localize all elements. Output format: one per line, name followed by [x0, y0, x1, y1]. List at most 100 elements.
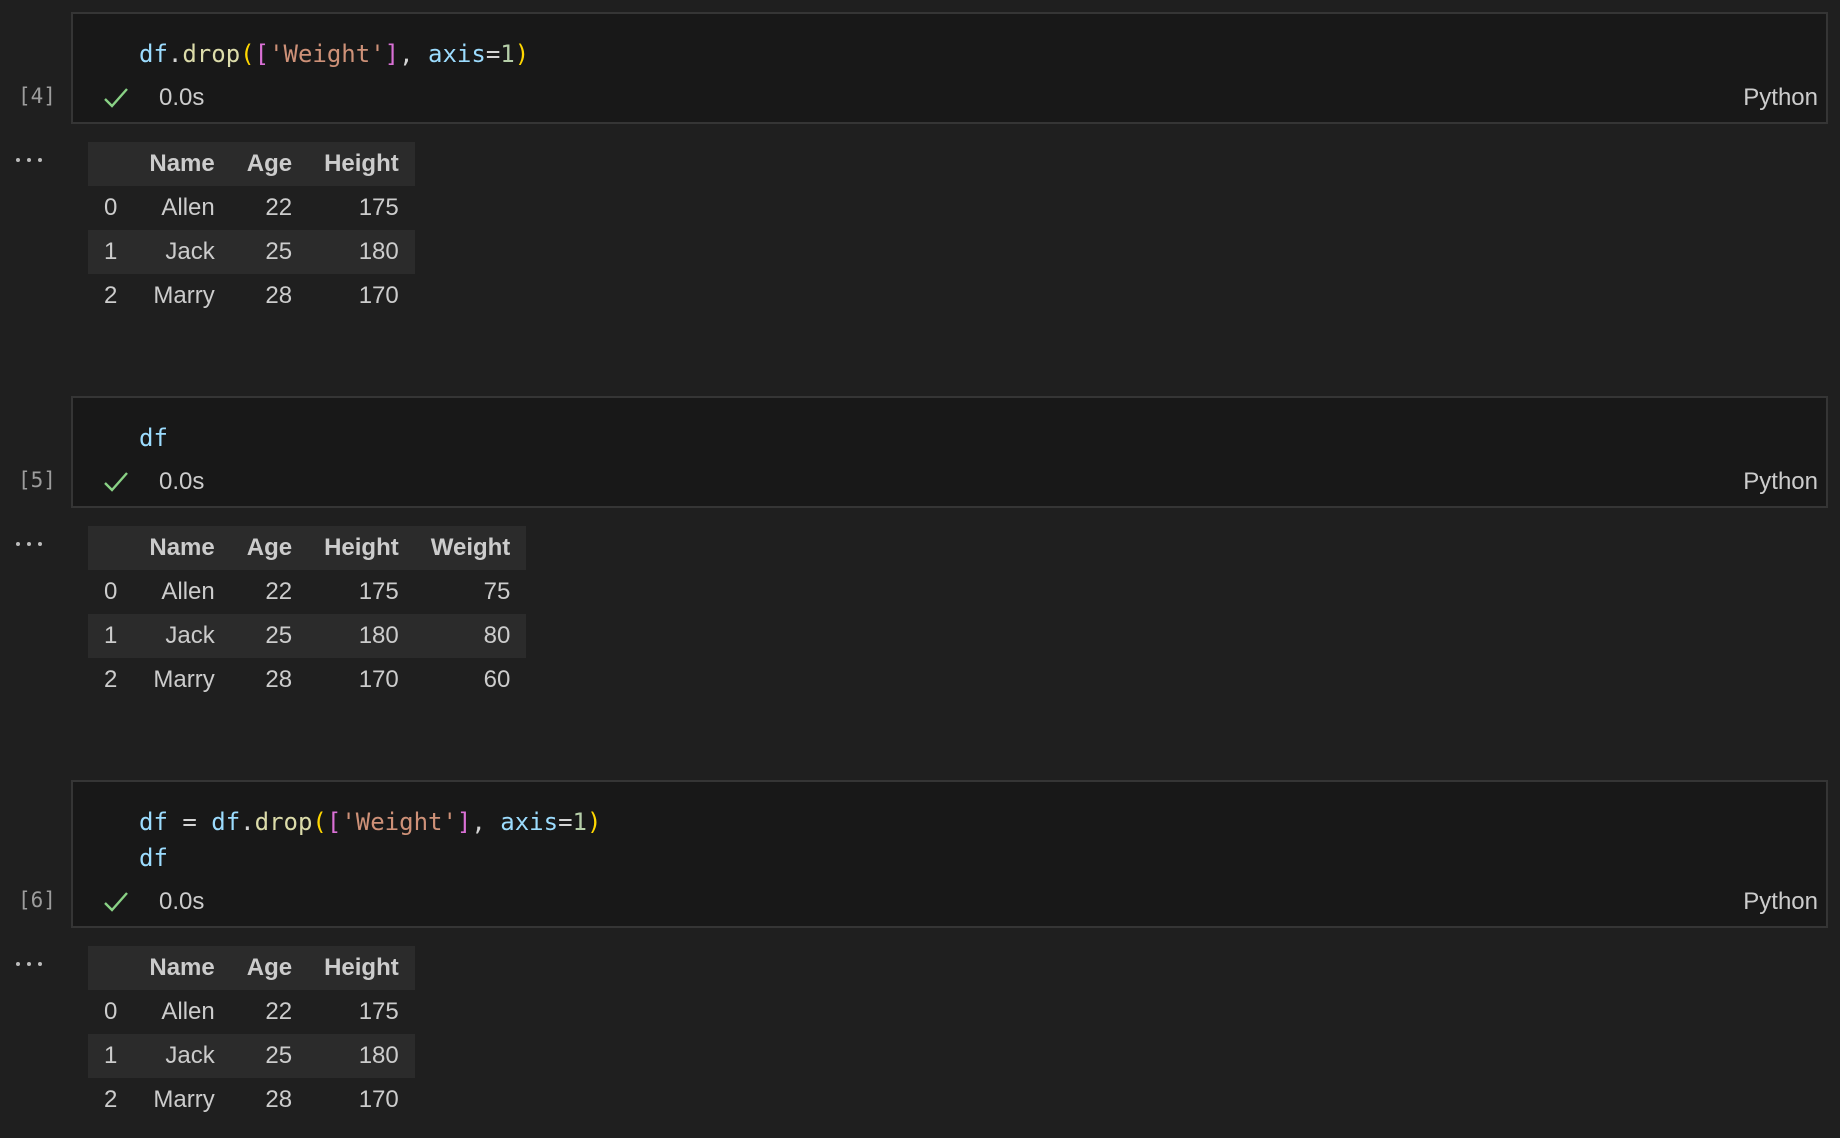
output-more-icon[interactable] — [14, 960, 44, 968]
column-header: Name — [149, 534, 215, 561]
table-cell: 22 — [265, 998, 293, 1025]
code-token: , — [471, 808, 501, 836]
table-cell: 22 — [265, 578, 293, 605]
code-token: [ — [254, 40, 270, 68]
table-row: 1 Jack 25 180 — [88, 230, 415, 274]
table-row: 1 Jack 25 180 — [88, 1034, 415, 1078]
column-header: Height — [324, 954, 399, 981]
table-header: Name Age Height Weight — [88, 526, 527, 570]
code-token: = — [558, 808, 573, 836]
table-cell: Marry — [153, 666, 215, 693]
code-content[interactable]: df.drop(['Weight'], axis=1) — [139, 36, 529, 72]
notebook-cell[interactable]: df.drop(['Weight'], axis=1) 0.0s Python [4]… — [0, 12, 1840, 332]
success-check-icon — [104, 892, 128, 912]
column-header: Height — [324, 534, 399, 561]
table-row: 1 Jack 25 180 80 — [88, 614, 527, 658]
notebook-cell[interactable]: df 0.0s Python [5] Name Age Height Weight 0 Allen… — [0, 396, 1840, 716]
code-token: . — [167, 40, 183, 68]
code-token: 'Weight' — [341, 808, 457, 836]
code-token: axis — [500, 808, 559, 836]
table-cell: Allen — [161, 578, 215, 605]
table-cell: 28 — [265, 1086, 293, 1113]
table-row: 0 Allen 22 175 — [88, 990, 415, 1034]
table-cell: Marry — [153, 1086, 215, 1113]
row-index: 2 — [104, 666, 118, 693]
column-header: Name — [149, 150, 215, 177]
column-header: Age — [246, 534, 293, 561]
code-editor[interactable]: df 0.0s Python — [71, 396, 1828, 508]
row-index: 1 — [104, 622, 118, 649]
notebook-cell[interactable]: df = df.drop(['Weight'], axis=1) df 0.0s Py… — [0, 780, 1840, 1136]
table-cell: Jack — [165, 1042, 215, 1069]
table-row: 2 Marry 28 170 — [88, 274, 415, 318]
row-index: 1 — [104, 1042, 118, 1069]
row-index: 0 — [104, 578, 118, 605]
table-cell: 175 — [358, 578, 399, 605]
header-row: Name Age Height Weight — [88, 526, 527, 570]
code-token: axis — [428, 40, 486, 68]
column-header — [88, 142, 133, 186]
table-row: 0 Allen 22 175 — [88, 186, 415, 230]
dataframe-output: Name Age Height 0 Allen 22 175 1 Jack 25 180 2 Marry… — [88, 142, 415, 318]
table-cell: 175 — [358, 194, 399, 221]
code-token: 1 — [572, 808, 587, 836]
output-more-icon[interactable] — [14, 540, 44, 548]
row-index: 2 — [104, 1086, 118, 1113]
column-header: Age — [246, 954, 293, 981]
code-token: ] — [456, 808, 472, 836]
code-token: df — [139, 40, 168, 68]
code-token: [ — [326, 808, 342, 836]
table-cell: 175 — [358, 998, 399, 1025]
output-more-icon[interactable] — [14, 156, 44, 164]
execution-time: 0.0s — [159, 888, 205, 915]
code-token: 'Weight' — [269, 40, 385, 68]
language-picker[interactable]: Python — [1743, 888, 1818, 916]
code-token: df — [139, 844, 168, 872]
table-cell: 180 — [358, 238, 399, 265]
table-cell: 25 — [265, 1042, 293, 1069]
code-line: df = df.drop(['Weight'], axis=1) — [139, 804, 601, 840]
column-header: Height — [324, 150, 399, 177]
execution-count: [6] — [18, 888, 56, 912]
code-token: drop — [182, 40, 241, 68]
code-editor[interactable]: df.drop(['Weight'], axis=1) 0.0s Python — [71, 12, 1828, 124]
code-token: df — [211, 808, 241, 836]
language-picker[interactable]: Python — [1743, 468, 1818, 496]
success-check-icon — [104, 472, 128, 492]
table-cell: 28 — [265, 282, 293, 309]
table-cell: 170 — [358, 282, 399, 309]
table-cell: 25 — [265, 238, 293, 265]
code-token: drop — [254, 808, 313, 836]
column-header: Name — [149, 954, 215, 981]
code-token: = — [167, 808, 212, 836]
table-cell: 170 — [358, 666, 399, 693]
code-content[interactable]: df — [139, 420, 168, 456]
code-editor[interactable]: df = df.drop(['Weight'], axis=1) df 0.0s Py… — [71, 780, 1828, 928]
header-row: Name Age Height — [88, 946, 415, 990]
code-content[interactable]: df = df.drop(['Weight'], axis=1) df — [139, 804, 601, 876]
row-index: 0 — [104, 998, 118, 1025]
code-token: ( — [240, 40, 255, 68]
code-line: df — [139, 420, 168, 456]
header-row: Name Age Height — [88, 142, 415, 186]
dataframe-output: Name Age Height 0 Allen 22 175 1 Jack 25 180 2 Marry… — [88, 946, 415, 1122]
table-row: 2 Marry 28 170 60 — [88, 658, 526, 702]
execution-time: 0.0s — [159, 84, 205, 111]
execution-time: 0.0s — [159, 468, 205, 495]
table-row: 2 Marry 28 170 — [88, 1078, 415, 1122]
table-cell: 80 — [483, 622, 511, 649]
code-token: ) — [586, 808, 602, 836]
execution-count: [5] — [18, 468, 56, 492]
code-line: df.drop(['Weight'], axis=1) — [139, 36, 529, 72]
code-token: ] — [384, 40, 400, 68]
code-token: = — [485, 40, 501, 68]
success-check-icon — [104, 88, 128, 108]
language-picker[interactable]: Python — [1743, 84, 1818, 112]
table-cell: 28 — [265, 666, 293, 693]
code-token: , — [399, 40, 429, 68]
table-cell: Marry — [153, 282, 215, 309]
table-body: 0 Allen 22 175 1 Jack 25 180 2 Marry 28 170 — [88, 990, 415, 1122]
code-token: ( — [312, 808, 327, 836]
column-header: Age — [246, 150, 293, 177]
cell-status-bar: 0.0s Python — [103, 464, 1818, 500]
